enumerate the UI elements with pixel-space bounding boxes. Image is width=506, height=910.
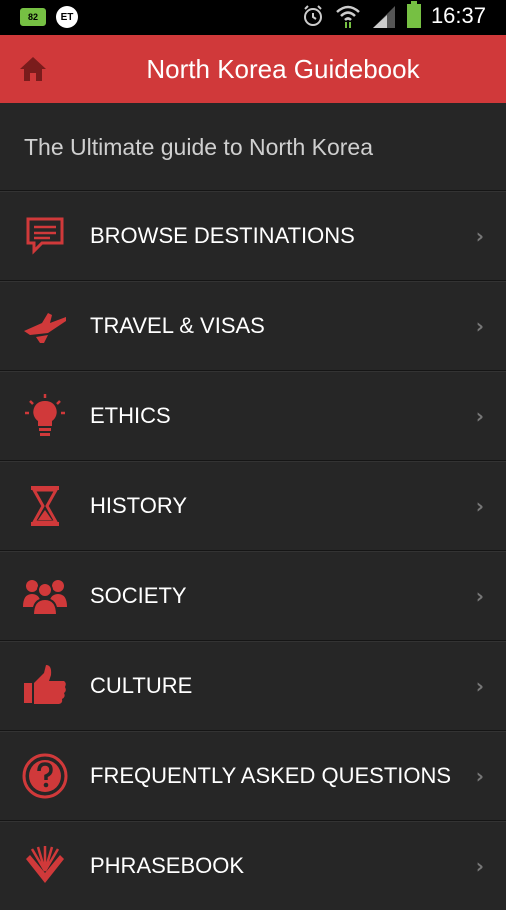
status-bar: 82 ET 16:37 [0,0,506,35]
chevron-right-icon: › [475,763,484,788]
home-icon[interactable] [18,54,48,84]
chevron-right-icon: › [475,223,484,248]
hourglass-icon [31,485,59,526]
people-icon [23,579,67,616]
app-bar: North Korea Guidebook [0,35,506,103]
alarm-icon [303,5,322,26]
menu-item-label: PHRASEBOOK [90,853,245,878]
battery-icon [406,1,421,28]
chevron-right-icon: › [475,313,484,338]
menu-item-phrasebook[interactable]: PHRASEBOOK › [0,820,506,910]
wifi-icon [336,5,360,28]
speech-bubble-icon [26,217,64,255]
menu-item-culture[interactable]: CULTURE › [0,640,506,730]
menu-item-faq[interactable]: FREQUENTLY ASKED QUESTIONS › [0,730,506,820]
menu-item-browse-destinations[interactable]: BROWSE DESTINATIONS › [0,190,506,280]
chevron-right-icon: › [475,583,484,608]
menu-item-label: HISTORY [90,493,187,518]
book-icon [26,845,64,883]
app-title: North Korea Guidebook [146,53,420,84]
menu-list: BROWSE DESTINATIONS › TRAVEL & VISAS › E… [0,190,506,910]
page-subtitle: The Ultimate guide to North Korea [24,133,374,160]
menu-item-society[interactable]: SOCIETY › [0,550,506,640]
clock: 16:37 [430,3,486,28]
chevron-right-icon: › [475,673,484,698]
menu-item-label: BROWSE DESTINATIONS [90,223,355,248]
menu-item-label: FREQUENTLY ASKED QUESTIONS [90,763,452,788]
menu-item-label: ETHICS [90,403,171,428]
menu-item-ethics[interactable]: ETHICS › [0,370,506,460]
chevron-right-icon: › [475,403,484,428]
menu-item-history[interactable]: HISTORY › [0,460,506,550]
menu-item-label: SOCIETY [90,583,187,608]
question-mark-icon [22,753,68,798]
airplane-icon [24,312,66,343]
chevron-right-icon: › [475,493,484,518]
lightbulb-icon [25,393,65,436]
battery-badge: 82 [20,8,46,26]
menu-item-travel-visas[interactable]: TRAVEL & VISAS › [0,280,506,370]
menu-item-label: TRAVEL & VISAS [90,313,265,338]
menu-item-label: CULTURE [90,673,193,698]
signal-icon [372,6,395,28]
carrier-badge: ET [56,6,78,28]
thumbs-up-icon [24,664,66,704]
chevron-right-icon: › [475,853,484,878]
